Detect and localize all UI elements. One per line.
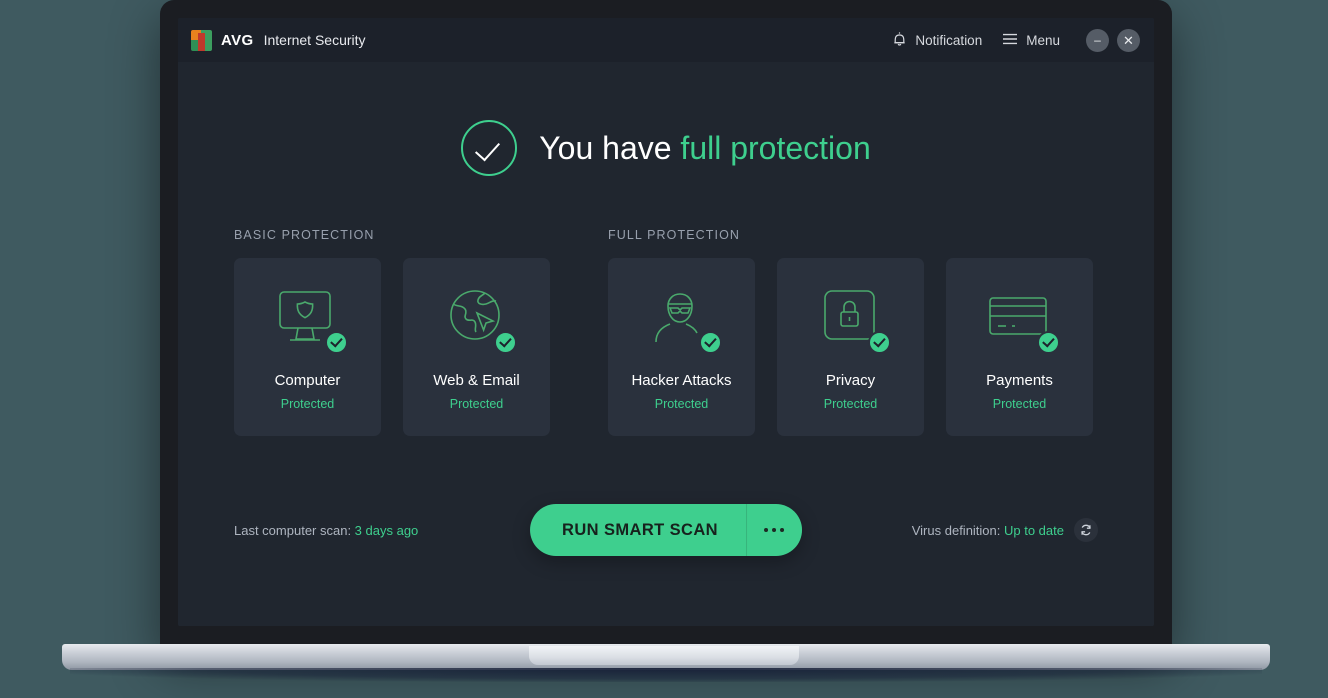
laptop-shadow <box>70 668 1262 682</box>
virus-def-value: Up to date <box>1004 522 1064 538</box>
card-title: Privacy <box>825 372 876 389</box>
titlebar: AVG Internet Security Notification Menu … <box>178 18 1154 62</box>
notification-button[interactable]: Notification <box>892 31 982 50</box>
card-privacy[interactable]: Privacy Protected <box>777 258 924 436</box>
refresh-icon[interactable] <box>1074 518 1098 542</box>
check-badge-icon <box>324 331 348 354</box>
app-branding: AVG Internet Security <box>191 29 366 51</box>
status-headline: You have full protection <box>539 130 871 167</box>
close-button[interactable]: ✕ <box>1117 28 1140 52</box>
monitor-shield-icon <box>272 286 348 354</box>
masked-hacker-icon <box>646 286 722 354</box>
last-scan-label: Last computer scan: <box>234 522 355 538</box>
window-controls: – ✕ <box>1086 28 1140 52</box>
notification-label: Notification <box>915 32 983 48</box>
status-highlight: full protection <box>680 129 871 166</box>
card-list-basic: Computer Protected Web & Email Protected <box>234 258 550 436</box>
check-badge-icon <box>493 331 517 354</box>
application-window: AVG Internet Security Notification Menu … <box>178 18 1154 626</box>
main-content: You have full protection BASIC PROTECTIO… <box>178 62 1154 626</box>
hamburger-icon <box>1002 33 1018 48</box>
card-status: Protected <box>654 397 709 411</box>
card-web-email[interactable]: Web & Email Protected <box>403 258 550 436</box>
virus-definition-info: Virus definition: Up to date <box>912 518 1098 542</box>
last-scan-info: Last computer scan: 3 days ago <box>234 523 418 538</box>
card-status: Protected <box>823 397 878 411</box>
section-label-basic: BASIC PROTECTION <box>234 228 375 242</box>
footer-bar: Last computer scan: 3 days ago RUN SMART… <box>234 504 1098 556</box>
card-status: Protected <box>449 397 504 411</box>
card-title: Web & Email <box>433 372 520 389</box>
titlebar-actions: Notification Menu – ✕ <box>892 28 1140 52</box>
credit-card-icon <box>984 286 1060 354</box>
virus-definition-text: Virus definition: Up to date <box>912 523 1064 538</box>
app-title: Internet Security <box>263 32 366 48</box>
card-hacker-attacks[interactable]: Hacker Attacks Protected <box>608 258 755 436</box>
card-computer[interactable]: Computer Protected <box>234 258 381 436</box>
check-circle-icon <box>461 120 518 176</box>
menu-label: Menu <box>1026 32 1060 48</box>
bell-icon <box>892 31 907 50</box>
card-payments[interactable]: Payments Protected <box>946 258 1093 436</box>
card-list-full: Hacker Attacks Protected Privacy Protect… <box>608 258 1098 436</box>
minimize-button[interactable]: – <box>1086 28 1109 52</box>
run-smart-scan-button[interactable]: RUN SMART SCAN <box>530 504 802 556</box>
section-full-protection: FULL PROTECTION Hacker Attacks Protected… <box>608 228 1098 436</box>
globe-cursor-icon <box>441 286 517 354</box>
menu-button[interactable]: Menu <box>1002 33 1060 48</box>
check-badge-icon <box>867 331 891 354</box>
check-badge-icon <box>698 331 722 354</box>
section-label-full: FULL PROTECTION <box>608 228 741 242</box>
virus-def-label: Virus definition: <box>911 522 1004 538</box>
status-banner: You have full protection <box>234 62 1098 176</box>
brand-short: AVG <box>221 31 254 49</box>
card-title: Hacker Attacks <box>631 372 732 389</box>
avg-logo-icon <box>191 29 212 51</box>
lock-icon <box>815 286 891 354</box>
card-status: Protected <box>280 397 335 411</box>
card-title: Payments <box>986 372 1053 389</box>
last-scan-value: 3 days ago <box>354 522 419 538</box>
laptop-base-notch <box>529 646 799 665</box>
status-prefix: You have <box>539 129 681 166</box>
protection-sections: BASIC PROTECTION Computer Protected Web … <box>234 228 1098 436</box>
laptop-frame: AVG Internet Security Notification Menu … <box>160 0 1172 648</box>
section-basic-protection: BASIC PROTECTION Computer Protected Web … <box>234 228 550 436</box>
card-status: Protected <box>992 397 1047 411</box>
card-title: Computer <box>274 372 341 389</box>
ellipsis-icon[interactable] <box>745 504 802 556</box>
check-badge-icon <box>1036 331 1060 354</box>
scan-button-label[interactable]: RUN SMART SCAN <box>530 504 746 556</box>
